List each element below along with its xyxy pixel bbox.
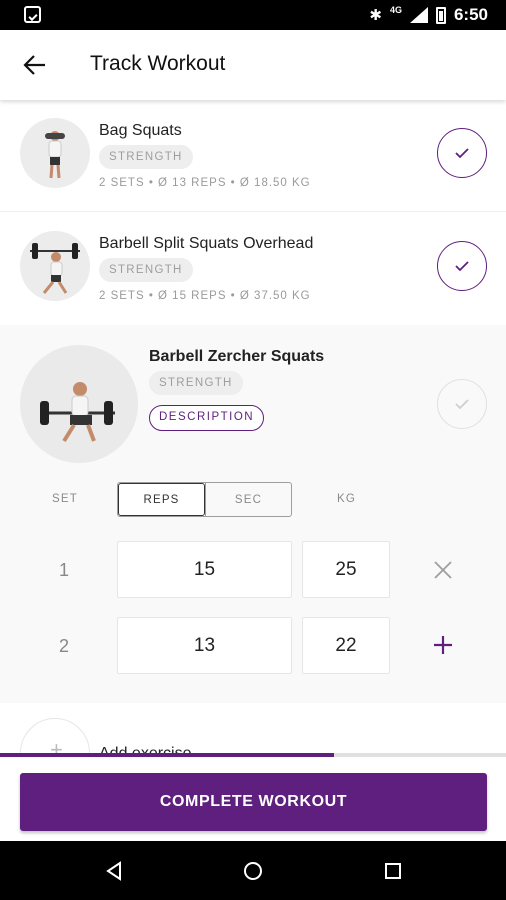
exercise-summary: 2 SETS • Ø 13 REPS • Ø 18.50 KG (99, 177, 311, 189)
exercise-row-bag-squats[interactable]: Bag Squats STRENGTH 2 SETS • Ø 13 REPS •… (0, 100, 506, 212)
app-bar: Track Workout (0, 30, 506, 100)
network-type: 4G (389, 5, 402, 15)
nav-back-button[interactable] (98, 855, 130, 887)
notification-app-icon (24, 6, 41, 23)
current-exercise-panel: Barbell Zercher Squats STRENGTH DESCRIPT… (0, 325, 506, 703)
close-icon (434, 561, 452, 579)
figure-zercher-squat-icon (40, 382, 115, 443)
complete-check-button[interactable] (437, 128, 487, 178)
status-time: 6:50 (453, 5, 488, 24)
figure-bag-squats-icon (45, 131, 65, 179)
plus-icon (434, 636, 452, 654)
battery-icon (435, 6, 446, 24)
cta-area: COMPLETE WORKOUT (0, 757, 506, 841)
add-set-button[interactable] (428, 630, 458, 660)
nav-home-button[interactable] (237, 855, 269, 887)
signal-icon (409, 7, 428, 23)
exercise-row-barbell-split-squats[interactable]: Barbell Split Squats Overhead STRENGTH 2… (0, 212, 506, 324)
category-tag: STRENGTH (99, 258, 193, 282)
category-tag: STRENGTH (149, 371, 243, 395)
kg-column-label: KG (337, 493, 357, 505)
nav-recents-button[interactable] (377, 855, 409, 887)
description-button[interactable]: DESCRIPTION (149, 405, 265, 431)
kg-input[interactable]: 22 (302, 617, 390, 674)
exercise-avatar (20, 231, 90, 301)
set-number: 1 (58, 560, 69, 580)
check-icon (455, 148, 469, 159)
exercise-name: Barbell Split Squats Overhead (99, 235, 314, 252)
status-icons: ✱ 4G 6:50 (369, 0, 488, 30)
figure-split-squat-icon (30, 243, 80, 294)
set-column-label: SET (52, 493, 78, 505)
check-icon (455, 399, 469, 410)
system-nav-bar (0, 841, 506, 900)
reps-input[interactable]: 13 (117, 617, 292, 674)
kg-input[interactable]: 25 (302, 541, 390, 598)
sec-tab[interactable]: SEC (205, 483, 291, 516)
exercise-avatar (20, 118, 90, 188)
circle-home-icon (244, 862, 262, 880)
square-recents-icon (385, 863, 401, 879)
bluetooth-icon: ✱ (369, 6, 382, 24)
reps-tab[interactable]: REPS (118, 483, 205, 516)
category-tag: STRENGTH (99, 145, 193, 169)
remove-set-button[interactable] (428, 555, 458, 585)
exercise-avatar-large (20, 345, 138, 463)
exercise-name: Bag Squats (99, 122, 182, 139)
current-exercise-name: Barbell Zercher Squats (149, 348, 325, 365)
exercise-summary: 2 SETS • Ø 15 REPS • Ø 37.50 KG (99, 290, 311, 302)
check-icon (455, 261, 469, 272)
status-bar: ✱ 4G 6:50 (0, 0, 506, 30)
reps-sec-toggle[interactable]: REPS SEC (117, 482, 292, 517)
back-arrow-icon[interactable] (22, 53, 48, 77)
page-title: Track Workout (90, 52, 226, 75)
set-number: 2 (58, 636, 69, 656)
add-exercise-circle[interactable]: + (20, 718, 90, 755)
triangle-back-icon (106, 861, 121, 881)
complete-workout-button[interactable]: COMPLETE WORKOUT (20, 773, 487, 831)
add-exercise-row[interactable]: + Add exercise (0, 703, 506, 755)
reps-input[interactable]: 15 (117, 541, 292, 598)
complete-check-button[interactable] (437, 241, 487, 291)
complete-check-button-inactive[interactable] (437, 379, 487, 429)
